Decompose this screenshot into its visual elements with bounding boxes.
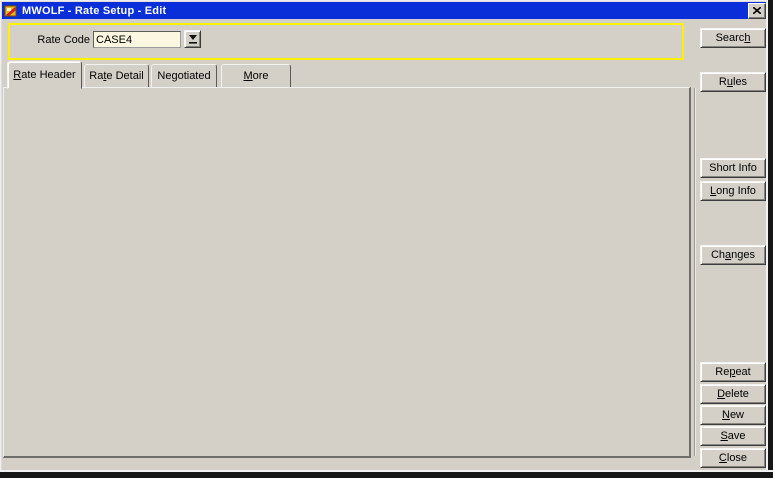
title-bar: MWOLF - Rate Setup - Edit (2, 2, 768, 19)
rate-header-tab-page (3, 87, 691, 458)
delete-button[interactable]: Delete (700, 384, 766, 404)
lov-arrow-icon (188, 34, 198, 44)
tab-rate-header[interactable]: Rate Header (7, 61, 82, 89)
new-button[interactable]: New (700, 405, 766, 425)
window-right-edge (766, 0, 773, 478)
tab-negotiated[interactable]: Negotiated (151, 64, 217, 88)
short-info-button[interactable]: Short Info (700, 158, 766, 178)
close-icon[interactable] (748, 3, 766, 19)
content-divider (694, 88, 696, 456)
rate-code-search-input[interactable] (93, 31, 181, 48)
tab-rate-detail[interactable]: Rate Detail (84, 64, 149, 88)
window-bottom-edge (0, 470, 773, 478)
rules-button[interactable]: Rules (700, 72, 766, 92)
rate-code-lov-button[interactable] (184, 30, 201, 48)
save-button[interactable]: Save (700, 426, 766, 446)
long-info-button[interactable]: Long Info (700, 181, 766, 201)
rate-code-search-label: Rate Code (18, 33, 90, 47)
tab-more[interactable]: More (221, 64, 291, 88)
search-button[interactable]: Search (700, 28, 766, 48)
close-button[interactable]: Close (700, 448, 766, 468)
repeat-button[interactable]: Repeat (700, 362, 766, 382)
window-title: MWOLF - Rate Setup - Edit (22, 5, 748, 17)
app-icon (4, 4, 18, 18)
rate-setup-window: MWOLF - Rate Setup - Edit Rate Code Rate… (0, 0, 773, 478)
changes-button[interactable]: Changes (700, 245, 766, 265)
